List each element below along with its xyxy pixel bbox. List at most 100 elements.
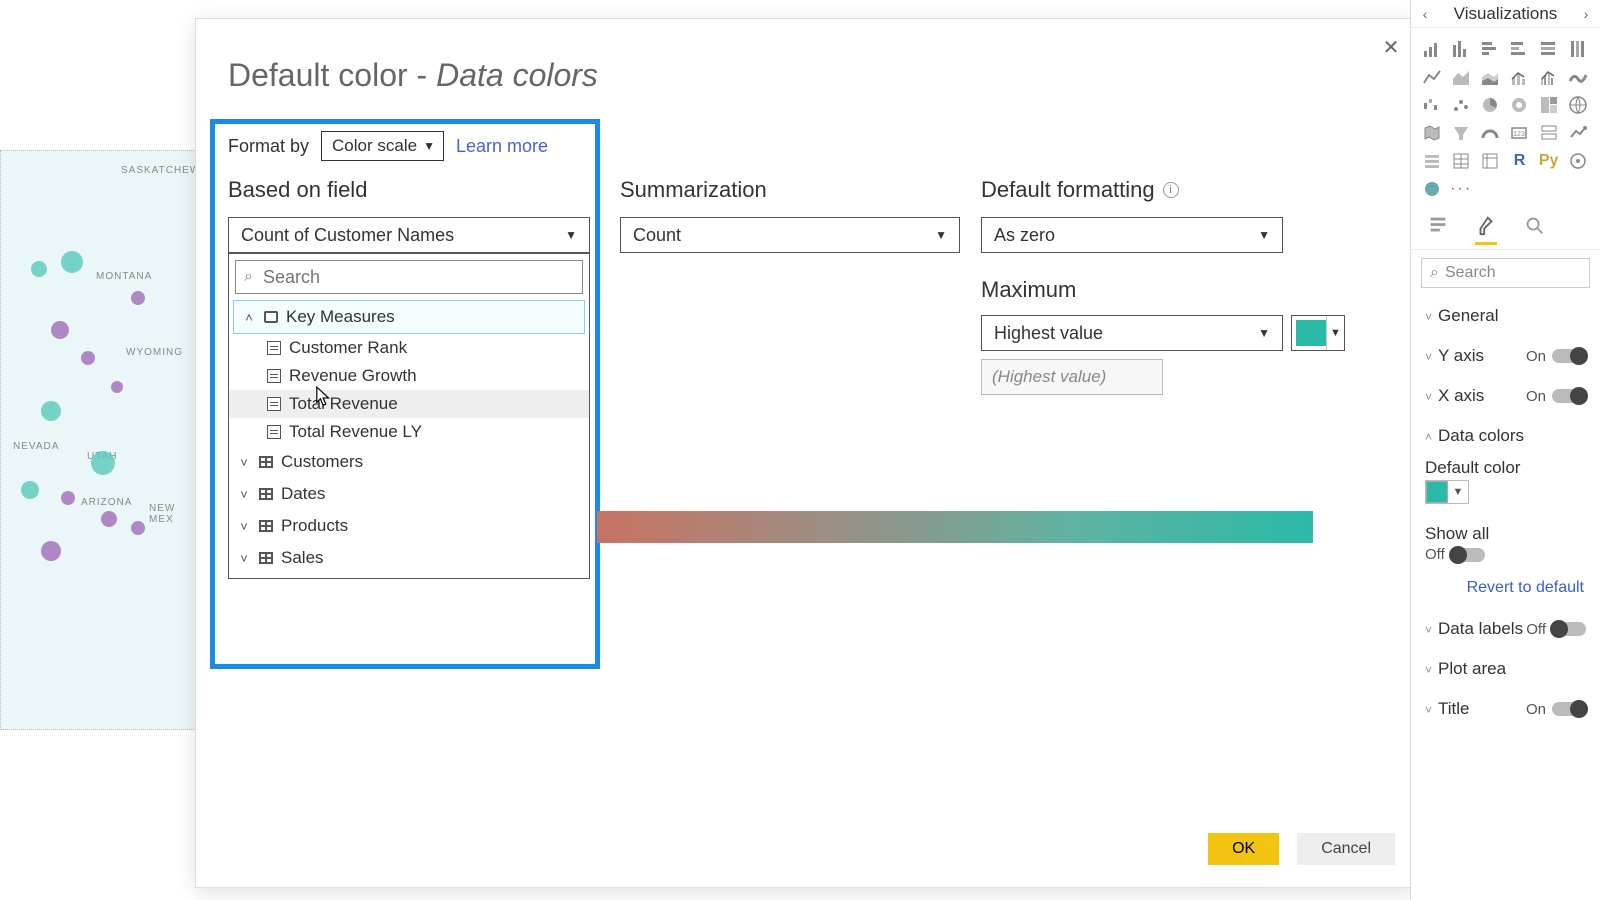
revert-to-default-link[interactable]: Revert to default: [1411, 573, 1600, 609]
ribbon-chart-icon[interactable]: [1567, 66, 1589, 88]
chevron-down-icon: ˅: [237, 487, 251, 502]
globe-icon[interactable]: [1421, 178, 1443, 200]
table-icon[interactable]: [1450, 150, 1472, 172]
chevron-down-icon: ▼: [935, 228, 947, 242]
funnel-icon[interactable]: [1450, 122, 1472, 144]
field-item-revenue-growth[interactable]: Revenue Growth: [229, 362, 589, 390]
chevron-down-icon: ▼: [1326, 316, 1344, 350]
format-general[interactable]: ˅General: [1411, 296, 1600, 336]
hundred-stacked-bar-icon[interactable]: [1538, 38, 1560, 60]
chevron-right-icon[interactable]: ›: [1578, 6, 1594, 22]
scatter-icon[interactable]: [1450, 94, 1472, 116]
line-chart-icon[interactable]: [1421, 66, 1443, 88]
area-chart-icon[interactable]: [1450, 66, 1472, 88]
cancel-button[interactable]: Cancel: [1297, 833, 1395, 865]
format-show-all-toggle[interactable]: Off: [1411, 546, 1600, 573]
python-visual-icon[interactable]: Py: [1538, 150, 1560, 172]
field-group-customers[interactable]: ˅ Customers: [229, 446, 589, 478]
format-data-colors[interactable]: ˄Data colors: [1411, 416, 1600, 456]
chevron-down-icon: ˅: [1425, 390, 1432, 404]
field-group-sales[interactable]: ˅ Sales: [229, 542, 589, 574]
slicer-icon[interactable]: [1421, 150, 1443, 172]
line-clustered-column-icon[interactable]: [1538, 66, 1560, 88]
gauge-icon[interactable]: [1479, 122, 1501, 144]
matrix-icon[interactable]: [1479, 150, 1501, 172]
analytics-tab[interactable]: [1523, 214, 1545, 245]
format-show-all-label: Show all: [1411, 514, 1600, 546]
toggle-switch[interactable]: [1552, 702, 1586, 716]
field-picker-dropdown: ⌕ ˄ Key Measures Customer Rank Revenue G…: [228, 253, 590, 579]
format-x-axis[interactable]: ˅X axis On: [1411, 376, 1600, 416]
color-gradient-preview: [597, 511, 1313, 543]
pie-icon[interactable]: [1479, 94, 1501, 116]
format-data-labels[interactable]: ˅Data labels Off: [1411, 609, 1600, 649]
measure-icon: [267, 369, 281, 383]
format-by-select[interactable]: Color scale ▼: [321, 131, 444, 161]
folder-icon: [264, 311, 278, 323]
more-visuals-icon[interactable]: ···: [1450, 178, 1472, 200]
chevron-up-icon: ˄: [242, 310, 256, 325]
field-item-total-revenue[interactable]: Total Revenue: [229, 390, 589, 418]
default-formatting-value: As zero: [994, 225, 1055, 246]
format-title[interactable]: ˅Title On: [1411, 689, 1600, 729]
summarization-select[interactable]: Count ▼: [620, 217, 960, 253]
default-formatting-select[interactable]: As zero ▼: [981, 217, 1283, 253]
close-icon[interactable]: ✕: [1377, 33, 1405, 61]
fields-tab[interactable]: [1427, 214, 1449, 245]
map-label: NEVADA: [13, 441, 59, 452]
treemap-icon[interactable]: [1538, 94, 1560, 116]
toggle-switch[interactable]: [1552, 349, 1586, 363]
filled-map-icon[interactable]: [1421, 122, 1443, 144]
field-picker-list[interactable]: ˄ Key Measures Customer Rank Revenue Gro…: [229, 300, 589, 578]
search-icon: ⌕: [1430, 264, 1439, 282]
field-group-label: Products: [281, 516, 348, 536]
chevron-down-icon: ▼: [1448, 486, 1468, 498]
line-stacked-column-icon[interactable]: [1508, 66, 1530, 88]
chevron-down-icon: ˅: [1425, 663, 1432, 677]
learn-more-link[interactable]: Learn more: [456, 136, 548, 157]
maximum-color-picker[interactable]: ▼: [1291, 315, 1345, 351]
format-plot-area[interactable]: ˅Plot area: [1411, 649, 1600, 689]
format-default-color-picker[interactable]: ▼: [1411, 480, 1600, 514]
toggle-switch[interactable]: [1552, 622, 1586, 636]
r-visual-icon[interactable]: R: [1508, 150, 1530, 172]
stacked-area-icon[interactable]: [1479, 66, 1501, 88]
stacked-column-icon[interactable]: [1450, 38, 1472, 60]
card-icon[interactable]: 123: [1508, 122, 1530, 144]
based-on-field-select[interactable]: Count of Customer Names ▼: [228, 217, 590, 253]
field-item-total-revenue-ly[interactable]: Total Revenue LY: [229, 418, 589, 446]
hundred-stacked-column-icon[interactable]: [1567, 38, 1589, 60]
field-picker-search[interactable]: ⌕: [235, 260, 583, 294]
field-group-products[interactable]: ˅ Products: [229, 510, 589, 542]
clustered-bar-icon[interactable]: [1479, 38, 1501, 60]
field-group-key-measures[interactable]: ˄ Key Measures: [233, 300, 585, 334]
toggle-switch[interactable]: [1552, 389, 1586, 403]
field-group-dates[interactable]: ˅ Dates: [229, 478, 589, 510]
maximum-select[interactable]: Highest value ▼: [981, 315, 1283, 351]
waterfall-icon[interactable]: [1421, 94, 1443, 116]
field-item-customer-rank[interactable]: Customer Rank: [229, 334, 589, 362]
chevron-down-icon: ▼: [1258, 228, 1270, 242]
kpi-icon[interactable]: [1567, 122, 1589, 144]
map-icon[interactable]: [1567, 94, 1589, 116]
format-tab[interactable]: [1475, 214, 1497, 245]
chevron-left-icon[interactable]: ‹: [1417, 6, 1433, 22]
format-search[interactable]: ⌕ Search: [1421, 258, 1590, 288]
format-y-axis[interactable]: ˅Y axis On: [1411, 336, 1600, 376]
chevron-down-icon: ˅: [1425, 703, 1432, 717]
field-picker-search-input[interactable]: [261, 266, 574, 289]
color-swatch: [1296, 320, 1326, 346]
multi-row-card-icon[interactable]: [1538, 122, 1560, 144]
ok-button[interactable]: OK: [1208, 833, 1279, 865]
map-label: MONTANA: [96, 271, 152, 282]
clustered-column-icon[interactable]: [1508, 38, 1530, 60]
toggle-switch[interactable]: [1451, 548, 1485, 562]
maximum-value: Highest value: [994, 323, 1103, 344]
dialog-title: Default color - Data colors: [228, 57, 598, 94]
donut-icon[interactable]: [1508, 94, 1530, 116]
maximum-value-input[interactable]: (Highest value): [981, 359, 1163, 395]
field-item-label: Customer Rank: [289, 338, 407, 358]
arcgis-icon[interactable]: [1567, 150, 1589, 172]
stacked-bar-icon[interactable]: [1421, 38, 1443, 60]
info-icon[interactable]: i: [1163, 182, 1179, 198]
